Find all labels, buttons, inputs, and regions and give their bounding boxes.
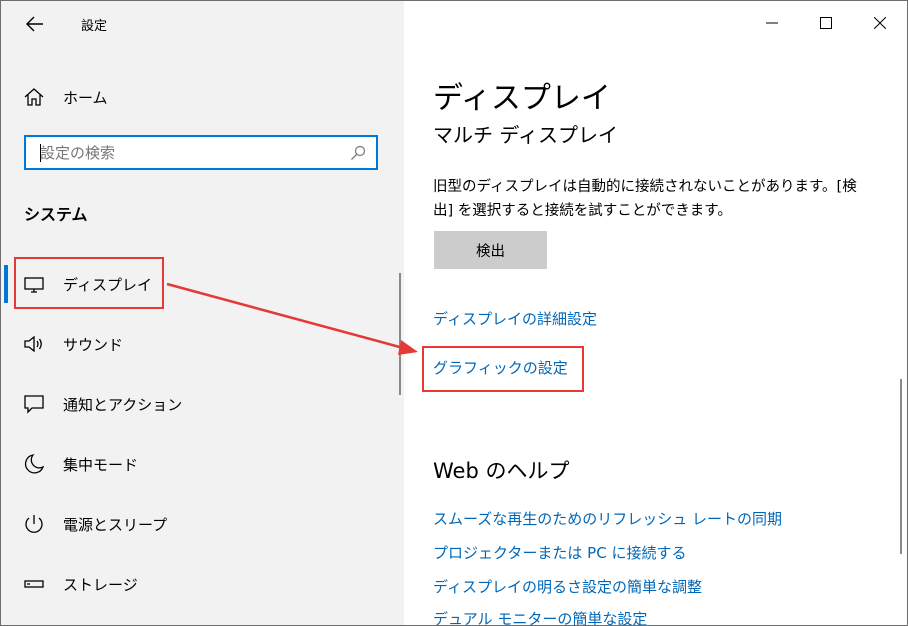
home-icon	[23, 86, 45, 108]
main-scrollbar[interactable]	[900, 379, 902, 554]
annotation-highlight-graphics	[422, 346, 584, 392]
web-help-title: Web のヘルプ	[433, 459, 570, 483]
sidebar-item-home[interactable]: ホーム	[23, 83, 108, 111]
home-label: ホーム	[63, 88, 108, 107]
back-arrow-icon[interactable]	[23, 13, 47, 35]
sidebar-item-sound[interactable]: サウンド	[1, 324, 399, 364]
storage-icon	[23, 573, 45, 595]
sidebar-scrollbar[interactable]	[399, 273, 401, 395]
maximize-button[interactable]	[799, 1, 853, 45]
search-icon[interactable]	[350, 145, 366, 161]
notification-icon	[23, 393, 45, 415]
help-link[interactable]: プロジェクターまたは PC に接続する	[433, 542, 686, 563]
text-caret	[40, 144, 41, 162]
search-input[interactable]	[40, 137, 340, 168]
detect-button[interactable]: 検出	[434, 231, 547, 269]
sidebar-item-focus-assist[interactable]: 集中モード	[1, 444, 399, 484]
close-button[interactable]	[853, 1, 907, 45]
sidebar-section-title: システム	[24, 205, 88, 224]
minimize-button[interactable]	[745, 1, 799, 45]
help-link[interactable]: ディスプレイの明るさ設定の簡単な調整	[433, 576, 702, 597]
sidebar-item-label: 電源とスリープ	[63, 515, 168, 534]
sidebar-item-label: 通知とアクション	[63, 395, 183, 414]
detect-description: 旧型のディスプレイは自動的に接続されないことがあります。[検出] を選択すると接…	[433, 179, 857, 219]
sidebar: 設定 ホーム システム ディスプレイ サウンド	[1, 1, 404, 625]
advanced-display-link[interactable]: ディスプレイの詳細設定	[433, 308, 597, 329]
page-title: ディスプレイ	[433, 81, 611, 116]
settings-window: 設定 ホーム システム ディスプレイ サウンド	[0, 0, 908, 626]
sidebar-item-label: 集中モード	[63, 455, 139, 474]
section-title-multi-display: マルチ ディスプレイ	[433, 123, 618, 147]
sidebar-item-label: サウンド	[63, 335, 124, 354]
power-icon	[23, 513, 45, 535]
app-title: 設定	[81, 19, 108, 34]
sidebar-item-storage[interactable]: ストレージ	[1, 564, 399, 604]
speaker-icon	[23, 333, 45, 355]
moon-icon	[23, 453, 45, 475]
sidebar-item-power-sleep[interactable]: 電源とスリープ	[1, 504, 399, 544]
help-link[interactable]: スムーズな再生のためのリフレッシュ レートの同期	[433, 508, 782, 529]
sidebar-item-label: ストレージ	[63, 575, 138, 594]
search-box[interactable]	[24, 135, 378, 170]
annotation-highlight-display	[14, 257, 164, 309]
sidebar-item-notifications[interactable]: 通知とアクション	[1, 384, 399, 424]
help-link[interactable]: デュアル モニターの簡単な設定	[433, 608, 647, 625]
window-controls	[745, 1, 907, 45]
